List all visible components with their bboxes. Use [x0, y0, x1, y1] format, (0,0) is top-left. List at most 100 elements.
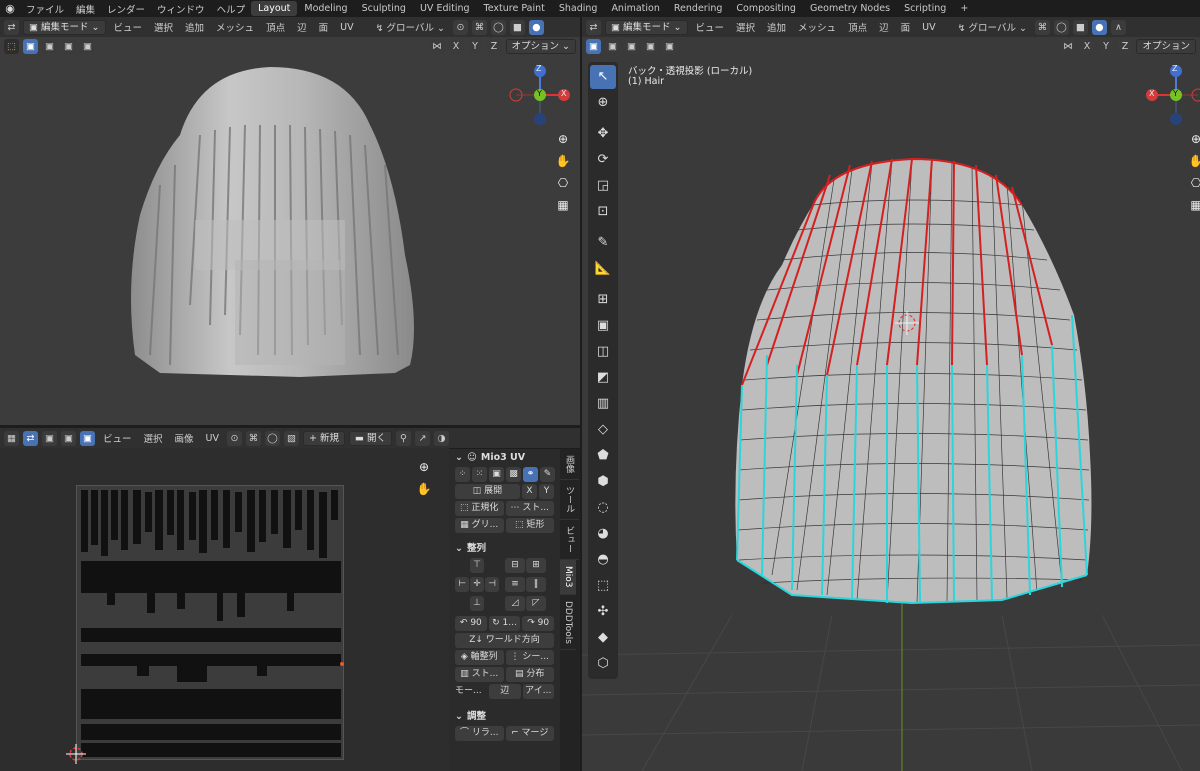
shrink-icon[interactable]: ◓	[590, 548, 616, 572]
tab-dddtools[interactable]: DDDTools	[560, 595, 576, 651]
menu-file[interactable]: ファイル	[20, 2, 70, 16]
inset-icon[interactable]: ◫	[590, 340, 616, 364]
rotate-icon[interactable]: ⟳	[590, 148, 616, 172]
add-cube-icon[interactable]: ⊞	[590, 288, 616, 312]
menu-render[interactable]: レンダー	[101, 2, 151, 16]
unfold-y-button[interactable]: Y	[539, 484, 554, 499]
tab-geometry-nodes[interactable]: Geometry Nodes	[803, 1, 897, 16]
merge-button[interactable]: ⌐ マージ	[505, 726, 554, 741]
loop-cut-icon[interactable]: ▥	[590, 392, 616, 416]
bevel-icon[interactable]: ◩	[590, 366, 616, 390]
tab-scripting[interactable]: Scripting	[897, 1, 953, 16]
align-center-icon[interactable]: ✛	[470, 577, 484, 592]
mirror-icon[interactable]: ⋈	[429, 38, 445, 54]
straight2-button[interactable]: ▥ スト...	[455, 667, 504, 682]
rotate-cw-button[interactable]: ↷ 90	[522, 616, 555, 631]
right-axis-x-toggle[interactable]: X	[1079, 38, 1095, 54]
uv-canvas[interactable]: ⊕ ✋	[0, 448, 449, 771]
right-zoom-icon[interactable]: ⊕	[1186, 129, 1200, 149]
select-tool-icon[interactable]: ⬚	[4, 38, 19, 54]
add-workspace-button[interactable]: +	[953, 1, 975, 16]
uv-paint-icon[interactable]: ◆	[590, 626, 616, 650]
navigation-gizmo[interactable]: Z X Y	[508, 63, 572, 127]
uv-pan-hand-icon[interactable]: ✋	[414, 479, 434, 499]
right-select-subtract-icon[interactable]: ▣	[624, 38, 639, 54]
distribute-button[interactable]: ▤ 分布	[505, 667, 554, 682]
uv-snap-icon[interactable]: ⌘	[246, 430, 261, 446]
normalize-button[interactable]: ⬚ 正規化	[455, 501, 504, 516]
right-mode-select[interactable]: ▣ 編集モード ⌄	[605, 19, 688, 35]
relax-button[interactable]: ⌒ リラ...	[455, 726, 504, 741]
edge-mode-button[interactable]: 辺	[489, 684, 521, 699]
uv-overlay-icon[interactable]: ◑	[434, 430, 450, 446]
right-menu-uv[interactable]: UV	[918, 22, 939, 33]
pin-toggle-icon[interactable]: ✎	[540, 467, 555, 482]
menu-edge[interactable]: 辺	[293, 20, 311, 34]
uv-vertex-mode-icon[interactable]: ▣	[42, 430, 57, 446]
tab-shading[interactable]: Shading	[552, 1, 605, 16]
tab-layout[interactable]: Layout	[251, 1, 298, 16]
right-menu-add[interactable]: 追加	[763, 20, 790, 34]
proportional-icon[interactable]: ◯	[490, 19, 506, 35]
sync-link-icon[interactable]: ⚭	[523, 467, 538, 482]
menu-window[interactable]: ウィンドウ	[151, 2, 211, 16]
knife-icon[interactable]: ◇	[590, 418, 616, 442]
adjust-panel-header[interactable]: ⌄ 調整	[449, 708, 560, 725]
stack-h-icon[interactable]: ≡	[505, 577, 525, 592]
right-navigation-gizmo[interactable]: Z X Y	[1140, 63, 1200, 127]
right-camera-icon[interactable]: ⎔	[1186, 173, 1200, 193]
annotate-icon[interactable]: ✎	[590, 231, 616, 255]
tab-texture-paint[interactable]: Texture Paint	[477, 1, 552, 16]
right-menu-mesh[interactable]: メッシュ	[794, 20, 840, 34]
rect-button[interactable]: ⬚ 矩形	[505, 518, 554, 533]
right-axis-z-toggle[interactable]: Z	[1117, 38, 1133, 54]
unfold-button[interactable]: ◫ 展開	[455, 484, 520, 499]
menu-vertex[interactable]: 頂点	[262, 20, 289, 34]
menu-edit[interactable]: 編集	[70, 2, 101, 16]
box-icon[interactable]: ⬡	[590, 652, 616, 676]
overlay-icon[interactable]: ■	[509, 19, 525, 35]
right-pan-hand-icon[interactable]: ✋	[1186, 151, 1200, 171]
world-direction-button[interactable]: Z↓ ワールド方向	[455, 633, 554, 648]
right-menu-edge[interactable]: 辺	[875, 20, 893, 34]
right-3d-viewport[interactable]: バック・透視投影 (ローカル) (1) Hair Z X Y ⊕ ✋ ⎔ ▦	[582, 55, 1200, 771]
zoom-icon[interactable]: ⊕	[553, 129, 573, 149]
right-overlay-icon[interactable]: ■	[1072, 19, 1088, 35]
tab-tool[interactable]: ツール	[560, 480, 579, 520]
vertex-sel-icon[interactable]: ⁘	[455, 467, 470, 482]
cursor-3d-icon[interactable]: ⊕	[590, 91, 616, 115]
skew-l-icon[interactable]: ◿	[505, 596, 525, 611]
right-mirror-icon[interactable]: ⋈	[1060, 38, 1076, 54]
scale-icon[interactable]: ◲	[590, 174, 616, 198]
right-orientation-select[interactable]: ↯ グローバル ⌄	[954, 20, 1031, 34]
uv-face-mode-icon[interactable]: ▣	[80, 430, 95, 446]
select-new-icon[interactable]: ▣	[23, 38, 38, 54]
right-menu-select[interactable]: 選択	[732, 20, 759, 34]
tab-rendering[interactable]: Rendering	[667, 1, 730, 16]
mio3-panel-header[interactable]: ⌄ ☺ Mio3 UV	[449, 449, 560, 466]
align-right-icon[interactable]: ⊣	[485, 577, 499, 592]
rip-icon[interactable]: ✣	[590, 600, 616, 624]
select-invert-icon[interactable]: ▣	[80, 38, 95, 54]
uv-sync-icon[interactable]: ⇄	[23, 430, 38, 446]
right-ortho-grid-icon[interactable]: ▦	[1186, 195, 1200, 215]
tab-animation[interactable]: Animation	[604, 1, 666, 16]
axis-align-button[interactable]: ◈ 軸整列	[455, 650, 504, 665]
axis-y-toggle[interactable]: Y	[467, 38, 483, 54]
uv-editor-type-icon[interactable]: ▦	[4, 430, 19, 446]
menu-uv[interactable]: UV	[336, 22, 357, 33]
uv-menu-uv[interactable]: UV	[202, 433, 223, 444]
right-menu-view[interactable]: ビュー	[692, 20, 729, 34]
uv-open-button[interactable]: ▬ 開く	[349, 430, 393, 446]
right-menu-vertex[interactable]: 頂点	[844, 20, 871, 34]
extrude-icon[interactable]: ▣	[590, 314, 616, 338]
uv-menu-image[interactable]: 画像	[171, 431, 198, 445]
skew-r-icon[interactable]: ◸	[526, 596, 546, 611]
tab-view[interactable]: ビュー	[560, 520, 579, 560]
camera-icon[interactable]: ⎔	[553, 173, 573, 193]
seam-button[interactable]: ⋮ シー...	[505, 650, 554, 665]
uv-gizmo-icon[interactable]: ↗	[415, 430, 431, 446]
shear-icon[interactable]: ⬚	[590, 574, 616, 598]
unfold-x-button[interactable]: X	[522, 484, 537, 499]
left-3d-viewport[interactable]: Z X Y ⊕ ✋ ⎔ ▦	[0, 55, 580, 425]
